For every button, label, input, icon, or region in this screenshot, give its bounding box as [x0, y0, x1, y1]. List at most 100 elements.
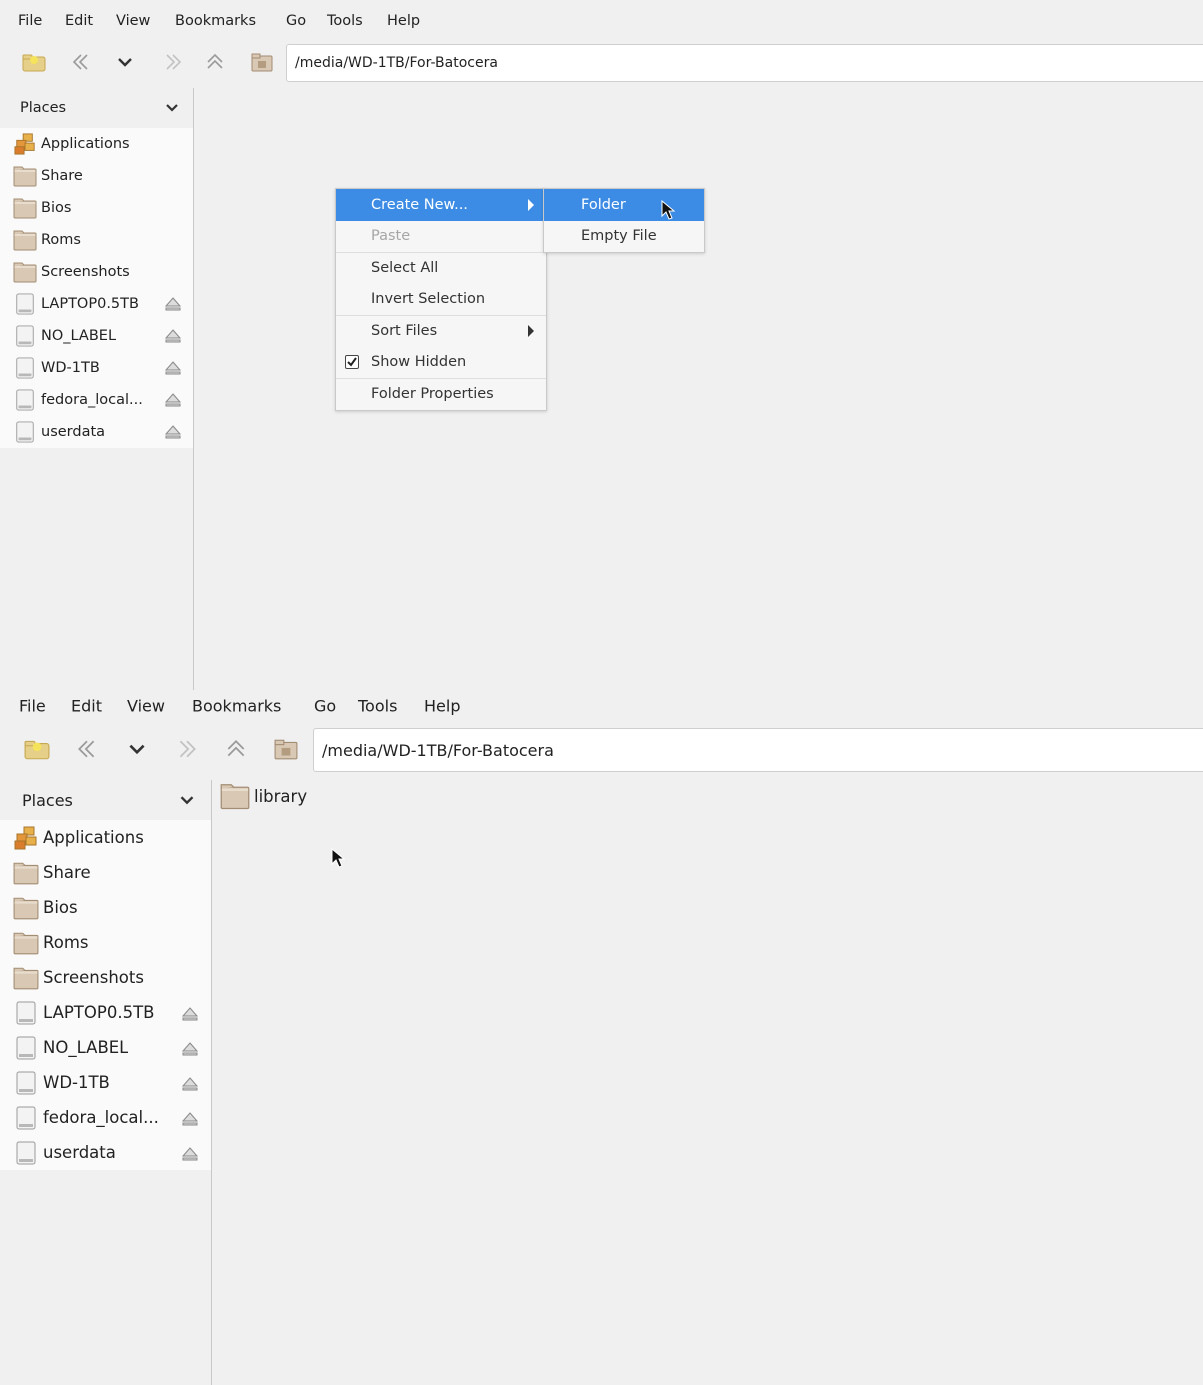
sidebar-item-fedora-local[interactable]: fedora_local...	[0, 1100, 211, 1135]
eject-icon[interactable]	[164, 425, 182, 443]
menu-go[interactable]: Go	[314, 697, 336, 716]
history-dropdown-icon[interactable]	[127, 738, 147, 760]
location-path: /media/WD-1TB/For-Batocera	[295, 55, 498, 71]
menu-bookmarks[interactable]: Bookmarks	[192, 697, 281, 716]
menu-item-label: Select All	[371, 260, 439, 277]
sidebar-item-userdata[interactable]: userdata	[0, 1135, 211, 1170]
places-label: Places	[22, 790, 73, 810]
eject-icon[interactable]	[164, 297, 182, 315]
sidebar-item-screenshots[interactable]: Screenshots	[0, 960, 211, 995]
sidebar-item-no-label[interactable]: NO_LABEL	[0, 1030, 211, 1065]
eject-icon[interactable]	[181, 1006, 199, 1025]
menu-go[interactable]: Go	[286, 13, 306, 29]
drive-icon	[11, 1071, 41, 1095]
sidebar-item-laptop0-5tb[interactable]: LAPTOP0.5TB	[0, 995, 211, 1030]
menu-item-label: Empty File	[581, 228, 657, 245]
sidebar-item-wd-1tb[interactable]: WD-1TB	[0, 1065, 211, 1100]
sidebar-item-label: userdata	[43, 1143, 116, 1162]
menu-item-select-all[interactable]: Select All	[336, 252, 546, 284]
chevron-down-icon[interactable]	[165, 103, 179, 113]
applications-icon	[11, 826, 41, 850]
menu-help[interactable]: Help	[387, 13, 420, 29]
new-tab-icon[interactable]	[22, 52, 46, 72]
sidebar-item-laptop0-5tb[interactable]: LAPTOP0.5TB	[0, 288, 193, 320]
file-view[interactable]: library	[212, 780, 1203, 1385]
menu-edit[interactable]: Edit	[65, 13, 93, 29]
forward-icon[interactable]	[176, 738, 198, 760]
eject-icon[interactable]	[181, 1111, 199, 1130]
menu-help[interactable]: Help	[424, 697, 460, 716]
sidebar-item-userdata[interactable]: userdata	[0, 416, 193, 448]
sidebar-item-no-label[interactable]: NO_LABEL	[0, 320, 193, 352]
sidebar-item-roms[interactable]: Roms	[0, 224, 193, 256]
up-icon[interactable]	[205, 52, 225, 72]
menu-tools[interactable]: Tools	[358, 697, 397, 716]
sidebar-item-label: NO_LABEL	[43, 1038, 129, 1057]
chevron-down-icon[interactable]	[179, 795, 195, 806]
menu-edit[interactable]: Edit	[71, 697, 102, 716]
sidebar-item-bios[interactable]: Bios	[0, 192, 193, 224]
drive-icon	[11, 1001, 41, 1025]
menu-bookmarks[interactable]: Bookmarks	[175, 13, 256, 29]
home-folder-icon[interactable]	[274, 738, 298, 760]
menu-item-show-hidden[interactable]: Show Hidden	[336, 347, 546, 379]
sidebar-item-roms[interactable]: Roms	[0, 925, 211, 960]
eject-icon[interactable]	[181, 1076, 199, 1095]
menu-item-sort-files[interactable]: Sort Files	[336, 315, 546, 347]
sidebar-item-fedora-local[interactable]: fedora_local...	[0, 384, 193, 416]
menu-item-label: Folder	[581, 196, 626, 213]
back-icon[interactable]	[71, 52, 91, 72]
location-path: /media/WD-1TB/For-Batocera	[322, 740, 554, 760]
submenu-arrow-icon	[528, 325, 534, 338]
menu-file[interactable]: File	[19, 697, 46, 716]
forward-icon[interactable]	[163, 52, 183, 72]
sidebar-item-wd-1tb[interactable]: WD-1TB	[0, 352, 193, 384]
menu-item-label: Show Hidden	[371, 354, 467, 371]
folder-icon	[11, 861, 41, 885]
menu-file[interactable]: File	[18, 13, 42, 29]
menu-tools[interactable]: Tools	[327, 13, 363, 29]
file-item-library[interactable]: library	[220, 780, 307, 812]
folder-icon	[11, 229, 39, 251]
history-dropdown-icon[interactable]	[116, 52, 134, 72]
checkbox-checked-icon[interactable]	[345, 354, 359, 369]
menu-item-label: Sort Files	[371, 323, 438, 340]
menu-item-invert-selection[interactable]: Invert Selection	[336, 284, 546, 316]
drive-icon	[11, 293, 39, 315]
location-bar[interactable]: /media/WD-1TB/For-Batocera	[313, 728, 1203, 772]
sidebar-item-label: Applications	[41, 136, 130, 152]
menu-item-create-new[interactable]: Create New...	[336, 189, 546, 221]
places-header[interactable]: Places	[0, 780, 211, 820]
location-bar[interactable]: /media/WD-1TB/For-Batocera	[286, 44, 1203, 82]
folder-icon	[220, 781, 250, 811]
sidebar-item-bios[interactable]: Bios	[0, 890, 211, 925]
sidebar-item-share[interactable]: Share	[0, 855, 211, 890]
back-icon[interactable]	[76, 738, 98, 760]
menu-item-folder[interactable]: Folder	[544, 189, 704, 221]
eject-icon[interactable]	[164, 393, 182, 411]
eject-icon[interactable]	[164, 329, 182, 347]
drive-icon	[11, 357, 39, 379]
sidebar-item-label: Screenshots	[43, 968, 144, 987]
menu-item-folder-properties[interactable]: Folder Properties	[336, 378, 546, 410]
sidebar-item-applications[interactable]: Applications	[0, 820, 211, 855]
new-tab-icon[interactable]	[24, 738, 50, 760]
drive-icon	[11, 421, 39, 443]
eject-icon[interactable]	[164, 361, 182, 379]
folder-icon	[11, 966, 41, 990]
up-icon[interactable]	[225, 738, 247, 760]
sidebar-item-label: Share	[43, 863, 91, 882]
home-folder-icon[interactable]	[251, 52, 273, 72]
context-menu: Create New... Paste Select All Invert Selec…	[335, 188, 547, 411]
eject-icon[interactable]	[181, 1146, 199, 1165]
sidebar-item-applications[interactable]: Applications	[0, 128, 193, 160]
sidebar-item-screenshots[interactable]: Screenshots	[0, 256, 193, 288]
sidebar-item-share[interactable]: Share	[0, 160, 193, 192]
menu-view[interactable]: View	[116, 13, 150, 29]
folder-icon	[11, 896, 41, 920]
places-header[interactable]: Places	[0, 88, 193, 128]
eject-icon[interactable]	[181, 1041, 199, 1060]
menu-view[interactable]: View	[127, 697, 165, 716]
sidebar-item-label: Bios	[43, 898, 78, 917]
menu-item-empty-file[interactable]: Empty File	[544, 221, 704, 253]
